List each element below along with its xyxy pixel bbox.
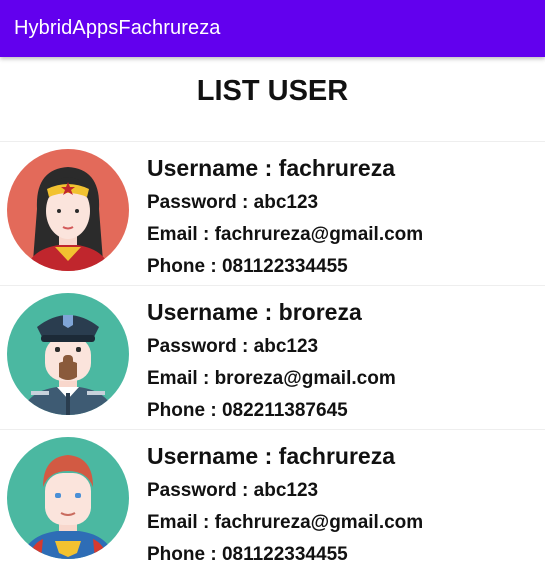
user-list-item[interactable]: Username : broreza Password : abc123 Ema… — [0, 285, 545, 429]
app-title: HybridAppsFachrureza — [14, 17, 221, 39]
user-list-item[interactable]: Username : fachrureza Password : abc123 … — [0, 141, 545, 285]
phone-text: Phone : 081122334455 — [147, 544, 348, 565]
password-text: Password : abc123 — [147, 480, 319, 501]
username-text: Username : broreza — [147, 299, 362, 325]
user-info: Username : broreza Password : abc123 Ema… — [147, 294, 396, 427]
page-title: LIST USER — [196, 75, 349, 107]
user-info: Username : fachrureza Password : abc123 … — [147, 438, 423, 571]
password-text: Password : abc123 — [147, 336, 319, 357]
username-text: Username : fachrureza — [147, 443, 395, 469]
user-list-item[interactable]: Username : fachrureza Password : abc123 … — [0, 429, 545, 573]
superman-avatar-icon — [7, 437, 129, 559]
wonder-woman-avatar-icon — [7, 149, 129, 271]
user-info: Username : fachrureza Password : abc123 … — [147, 150, 423, 283]
email-text: Email : fachrureza@gmail.com — [147, 224, 424, 245]
password-text: Password : abc123 — [147, 192, 319, 213]
username-text: Username : fachrureza — [147, 155, 395, 181]
app-bar: HybridAppsFachrureza — [0, 0, 545, 57]
phone-text: Phone : 082211387645 — [147, 400, 348, 421]
email-text: Email : fachrureza@gmail.com — [147, 512, 424, 533]
phone-text: Phone : 081122334455 — [147, 256, 348, 277]
police-officer-avatar-icon — [7, 293, 129, 415]
email-text: Email : broreza@gmail.com — [147, 368, 396, 389]
user-list: Username : fachrureza Password : abc123 … — [0, 141, 545, 573]
